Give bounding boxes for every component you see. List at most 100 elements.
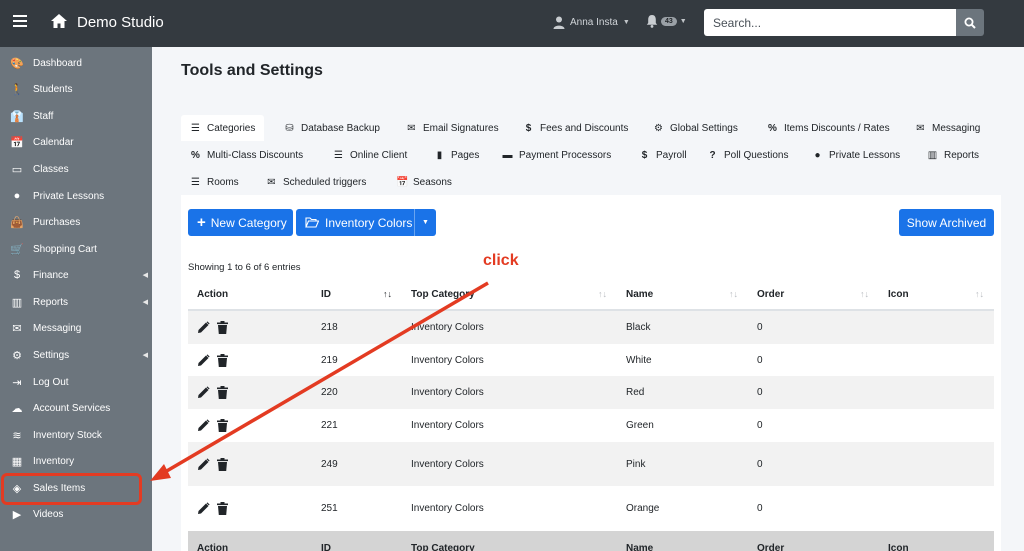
tab-pages[interactable]: ▮ Pages xyxy=(425,142,488,168)
table-row: 220 Inventory Colors Red 0 xyxy=(188,376,994,409)
entries-info: Showing 1 to 6 of 6 entries xyxy=(188,262,301,273)
sidebar-item-label: Videos xyxy=(33,508,64,520)
tab-rooms[interactable]: ☰ Rooms xyxy=(181,169,248,195)
sidebar-item-label: Inventory xyxy=(33,455,75,467)
tab-items-discounts-rates[interactable]: % Items Discounts / Rates xyxy=(758,115,899,141)
tab-payment-processors[interactable]: ▬ Payment Processors xyxy=(493,142,620,168)
cell-name: Orange xyxy=(626,503,660,514)
edit-pencil-icon[interactable] xyxy=(197,457,210,471)
cogs-icon: ⚙ xyxy=(654,122,663,134)
sidebar-item-dashboard[interactable]: 🎨 Dashboard xyxy=(0,50,152,76)
tab-messaging[interactable]: ✉ Messaging xyxy=(906,115,989,141)
top-navbar: Demo Studio Anna Insta ▼ 43 ▼ xyxy=(0,0,1024,47)
caret-left-icon: ◀ xyxy=(142,352,148,359)
tab-label: Reports xyxy=(944,149,980,161)
trash-icon[interactable] xyxy=(217,502,228,515)
calendar-icon: 📅 xyxy=(396,176,409,188)
caret-down-icon: ▼ xyxy=(622,19,630,26)
sidebar-item-purchases[interactable]: 👜 Purchases xyxy=(0,209,152,235)
database-icon: ⛁ xyxy=(285,122,294,134)
edit-pencil-icon[interactable] xyxy=(197,321,210,334)
edit-pencil-icon[interactable] xyxy=(197,502,210,515)
chart-bar-icon: ▥ xyxy=(927,149,938,161)
header-name[interactable]: Name ↑↓ xyxy=(617,279,748,311)
edit-pencil-icon[interactable] xyxy=(197,386,210,399)
tab-label: Rooms xyxy=(207,176,239,188)
tab-fees-and-discounts[interactable]: $ Fees and Discounts xyxy=(514,115,637,141)
tab-poll-questions[interactable]: ? Poll Questions xyxy=(698,142,797,168)
sidebar-item-messaging[interactable]: ✉ Messaging xyxy=(0,315,152,341)
tab-label: Global Settings xyxy=(670,122,738,134)
folder-open-icon xyxy=(305,217,319,228)
trash-icon[interactable] xyxy=(217,386,228,399)
cell-order: 0 xyxy=(757,420,763,431)
trash-icon[interactable] xyxy=(217,457,228,471)
hamburger-menu-icon[interactable] xyxy=(13,15,27,27)
header-top-category[interactable]: Top Category ↑↓ xyxy=(402,279,617,311)
sidebar-item-staff[interactable]: 👔 Staff xyxy=(0,103,152,129)
bell-icon xyxy=(646,15,658,28)
sidebar-item-shopping-cart[interactable]: 🛒 Shopping Cart xyxy=(0,236,152,262)
trash-icon[interactable] xyxy=(217,419,228,432)
tab-database-backup[interactable]: ⛁ Database Backup xyxy=(275,115,389,141)
caret-down-icon[interactable]: ▼ xyxy=(414,209,436,236)
search-input[interactable] xyxy=(704,9,956,36)
tab-categories[interactable]: ☰ Categories xyxy=(181,115,265,141)
tab-reports[interactable]: ▥ Reports xyxy=(918,142,988,168)
new-category-button[interactable]: + New Category xyxy=(188,209,293,236)
sidebar-item-label: Staff xyxy=(33,110,54,122)
tab-payroll[interactable]: $ Payroll xyxy=(630,142,696,168)
sidebar-item-calendar[interactable]: 📅 Calendar xyxy=(0,129,152,155)
tab-online-client[interactable]: ☰ Online Client xyxy=(324,142,416,168)
tab-email-signatures[interactable]: ✉ Email Signatures xyxy=(397,115,508,141)
tab-multi-class-discounts[interactable]: % Multi-Class Discounts xyxy=(181,142,312,168)
cell-name: Red xyxy=(626,387,645,398)
cell-name: Pink xyxy=(626,458,646,470)
sidebar-item-label: Purchases xyxy=(33,216,81,228)
cell-order: 0 xyxy=(757,387,763,398)
cell-icon xyxy=(879,442,994,486)
tab-seasons[interactable]: 📅 Seasons xyxy=(387,169,461,195)
sidebar-item-students[interactable]: 🚶 Students xyxy=(0,76,152,102)
cloud-icon: ☁ xyxy=(11,402,23,415)
sidebar-item-label: Dashboard xyxy=(33,57,82,69)
header-order[interactable]: Order ↑↓ xyxy=(748,279,879,311)
sidebar-item-inventory-stock[interactable]: ≋ Inventory Stock xyxy=(0,422,152,448)
edit-pencil-icon[interactable] xyxy=(197,353,210,367)
footer-top-category: Top Category xyxy=(411,543,475,551)
sidebar-item-private-lessons[interactable]: ● Private Lessons xyxy=(0,183,152,209)
tab-global-settings[interactable]: ⚙ Global Settings xyxy=(644,115,747,141)
sidebar-item-settings[interactable]: ⚙ Settings ◀ xyxy=(0,342,152,368)
brand-title[interactable]: Demo Studio xyxy=(77,14,164,31)
credit-card-icon: ▬ xyxy=(502,149,513,161)
home-icon[interactable] xyxy=(50,13,68,34)
header-id[interactable]: ID ↑↓ xyxy=(312,279,402,311)
tab-label: Fees and Discounts xyxy=(540,122,629,134)
sidebar-item-reports[interactable]: ▥ Reports ◀ xyxy=(0,289,152,315)
video-icon: ▶ xyxy=(12,508,22,521)
notifications-button[interactable]: 43 ▼ xyxy=(646,14,687,28)
sidebar-item-finance[interactable]: $ Finance ◀ xyxy=(0,262,152,288)
user-circle-icon: ● xyxy=(13,190,21,202)
cog-icon: ⚙ xyxy=(12,349,22,362)
sidebar-item-inventory[interactable]: ▦ Inventory xyxy=(0,448,152,474)
trash-icon[interactable] xyxy=(217,353,228,367)
show-archived-button[interactable]: Show Archived xyxy=(899,209,994,236)
cell-top-category: Inventory Colors xyxy=(411,354,484,366)
cell-name: Green xyxy=(626,420,654,431)
calendar-icon: 📅 xyxy=(10,136,24,149)
edit-pencil-icon[interactable] xyxy=(197,419,210,432)
sidebar-item-log-out[interactable]: ⇥ Log Out xyxy=(0,369,152,395)
shopping-cart-icon: 🛒 xyxy=(10,243,24,256)
inventory-colors-dropdown[interactable]: Inventory Colors ▼ xyxy=(296,209,436,236)
sidebar-item-classes[interactable]: ▭ Classes xyxy=(0,156,152,182)
tab-scheduled-triggers[interactable]: ✉ Scheduled triggers xyxy=(257,169,375,195)
envelope-icon: ✉ xyxy=(267,176,276,188)
tab-private-lessons[interactable]: ● Private Lessons xyxy=(803,142,909,168)
user-menu[interactable]: Anna Insta ▼ xyxy=(553,16,630,29)
header-icon[interactable]: Icon ↑↓ xyxy=(879,279,994,311)
shopping-bag-icon: 👜 xyxy=(10,216,24,229)
sidebar-item-account-services[interactable]: ☁ Account Services xyxy=(0,395,152,421)
search-button[interactable] xyxy=(956,9,984,36)
trash-icon[interactable] xyxy=(217,321,228,334)
